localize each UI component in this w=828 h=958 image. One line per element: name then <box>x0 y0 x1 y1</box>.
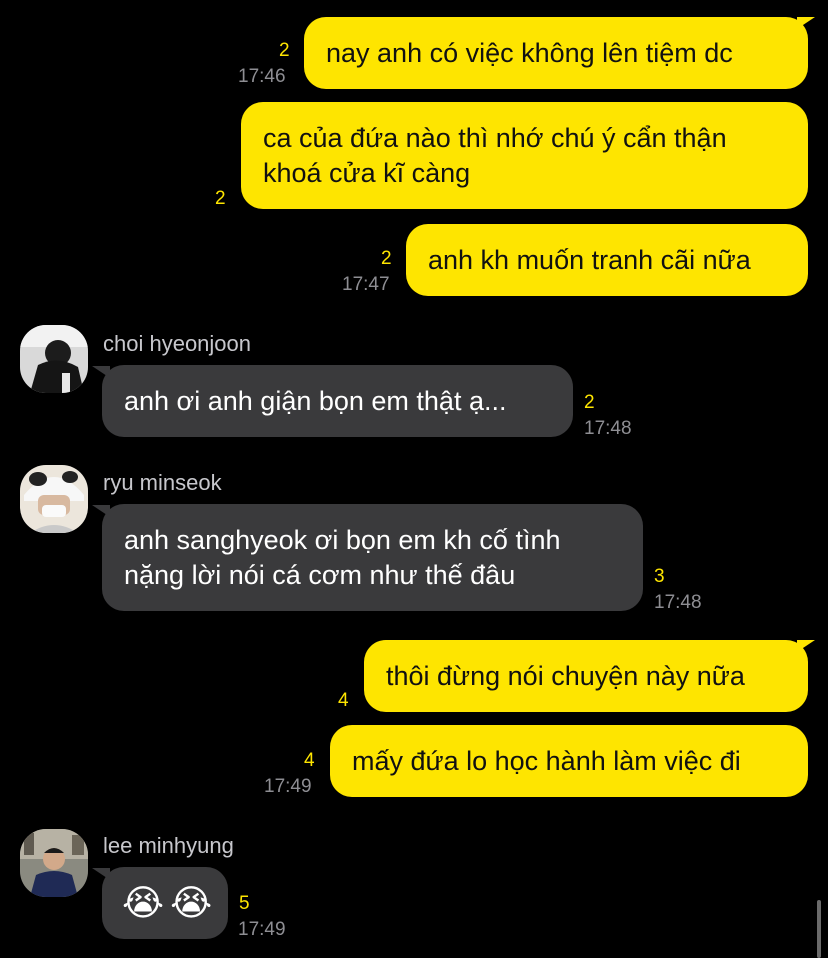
message-text: anh ơi anh giận bọn em thật ạ... <box>124 385 507 416</box>
unread-count: 4 <box>304 750 315 771</box>
bubble-tail <box>797 17 815 29</box>
message-bubble-incoming[interactable]: 😭 😭 <box>102 867 228 939</box>
unread-count: 2 <box>381 248 392 269</box>
message-bubble-incoming[interactable]: anh ơi anh giận bọn em thật ạ... <box>102 365 573 437</box>
message-bubble-outgoing[interactable]: nay anh có việc không lên tiệm dc <box>304 17 808 89</box>
unread-count: 4 <box>338 690 349 711</box>
message-bubble-incoming[interactable]: anh sanghyeok ơi bọn em kh cố tình nặng … <box>102 504 643 611</box>
avatar-ryu-minseok[interactable] <box>20 465 88 533</box>
avatar-lee-minhyung[interactable] <box>20 829 88 897</box>
unread-count: 5 <box>239 893 250 914</box>
message-text: anh kh muốn tranh cãi nữa <box>428 244 751 275</box>
message-text-line: khoá cửa kĩ càng <box>263 157 471 188</box>
crying-face-icon: 😭 <box>122 882 165 923</box>
unread-count: 2 <box>279 40 290 61</box>
scrollbar[interactable] <box>817 900 821 958</box>
message-time: 17:48 <box>654 592 702 613</box>
bubble-tail <box>797 640 815 652</box>
message-text-line: ca của đứa nào thì nhớ chú ý cẩn thận <box>263 122 727 153</box>
avatar-photo-icon <box>20 325 88 393</box>
message-time: 17:46 <box>238 66 286 87</box>
message-text: nay anh có việc không lên tiệm dc <box>326 37 733 68</box>
avatar-photo-icon <box>20 465 88 533</box>
unread-count: 3 <box>654 566 665 587</box>
unread-count: 2 <box>584 392 595 413</box>
sender-name: choi hyeonjoon <box>103 331 252 356</box>
message-bubble-outgoing[interactable]: mấy đứa lo học hành làm việc đi <box>330 725 808 797</box>
message-text-line: nặng lời nói cá cơm như thế đâu <box>124 559 516 590</box>
message-time: 17:47 <box>342 274 390 295</box>
message-bubble-outgoing[interactable]: ca của đứa nào thì nhớ chú ý cẩn thận kh… <box>241 102 808 209</box>
message-time: 17:48 <box>584 418 632 439</box>
unread-count: 2 <box>215 188 226 209</box>
message-time: 17:49 <box>238 919 286 940</box>
message-text: thôi đừng nói chuyện này nữa <box>386 660 745 691</box>
message-bubble-outgoing[interactable]: anh kh muốn tranh cãi nữa <box>406 224 808 296</box>
avatar-photo-icon <box>20 829 88 897</box>
emoji-row: 😭 😭 <box>122 882 212 923</box>
message-bubble-outgoing[interactable]: thôi đừng nói chuyện này nữa <box>364 640 808 712</box>
message-text-line: anh sanghyeok ơi bọn em kh cố tình <box>124 524 561 555</box>
sender-name: lee minhyung <box>103 833 234 858</box>
crying-face-icon: 😭 <box>170 882 213 923</box>
avatar-choi-hyeonjoon[interactable] <box>20 325 88 393</box>
message-text: mấy đứa lo học hành làm việc đi <box>352 745 741 776</box>
message-time: 17:49 <box>264 776 312 797</box>
sender-name: ryu minseok <box>103 470 222 495</box>
